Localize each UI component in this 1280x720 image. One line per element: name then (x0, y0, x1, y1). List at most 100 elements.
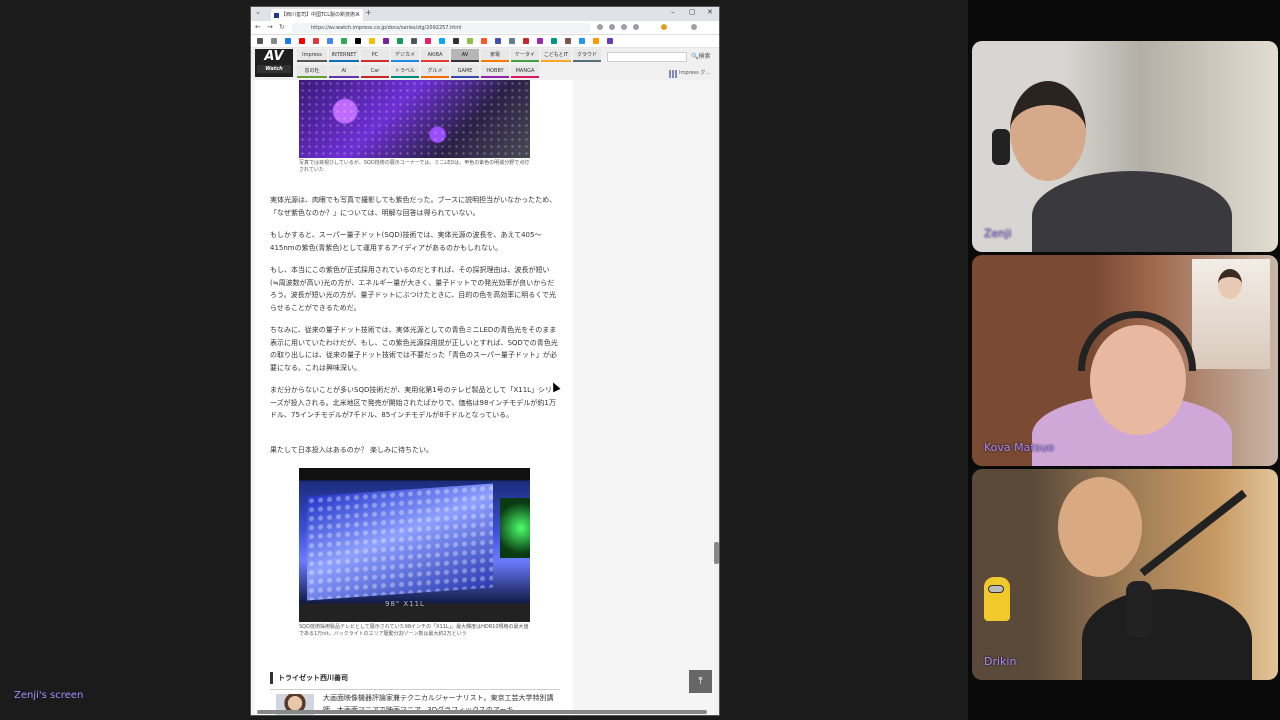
favicon-icon (274, 13, 279, 18)
bookmark-icon[interactable] (397, 38, 403, 44)
bookmark-icon[interactable] (453, 38, 459, 44)
logo-main: AV (264, 49, 284, 64)
nav-item-car[interactable]: Car (361, 65, 389, 78)
site-search-input[interactable] (607, 52, 687, 62)
nav-item-akiba[interactable]: AKIBA (421, 49, 449, 62)
minion-figure (984, 577, 1010, 621)
bookmark-icon[interactable] (341, 38, 347, 44)
zoom-icon[interactable] (597, 24, 603, 30)
nav-item-kodomo-it[interactable]: こどもとIT (541, 49, 571, 62)
tab-title: 【西川善司】中国TCL製の新技術... (281, 12, 360, 18)
photo-caption: 写真では目視びしているが、SQD技術の展示コーナーでは、ミニLEDは、甲色の紫色… (299, 160, 530, 173)
bookmark-icon[interactable] (551, 38, 557, 44)
person-body (1032, 171, 1232, 252)
vertical-scrollbar[interactable] (714, 80, 719, 715)
bookmark-icon[interactable] (565, 38, 571, 44)
close-tab-icon[interactable]: ✕ (355, 9, 360, 21)
bookmark-icon[interactable] (523, 38, 529, 44)
nav-item-cloud[interactable]: クラウド (573, 49, 601, 62)
nav-item-ai[interactable]: AI (329, 65, 359, 78)
nav-item-av[interactable]: AV (451, 49, 479, 62)
participant-tile-zenji[interactable]: Zenji (972, 41, 1278, 252)
extension-icon[interactable] (621, 24, 627, 30)
article-photo-purple-leds[interactable] (299, 80, 530, 158)
nav-item-travel[interactable]: トラベル (391, 65, 419, 78)
menu-icon[interactable] (691, 24, 697, 30)
bookmark-icon[interactable] (467, 38, 473, 44)
bookmark-icon[interactable] (425, 38, 431, 44)
maximize-icon[interactable]: ▢ (689, 8, 696, 16)
meeting-stage: ⌄ 【西川善司】中国TCL製の新技術... ✕ + – ▢ ✕ ← → ↻ ht… (0, 0, 1280, 720)
bookmark-icon[interactable] (411, 38, 417, 44)
article-photo-tv[interactable]: 98" X11L (299, 468, 530, 622)
nav-item-gourmet[interactable]: グルメ (421, 65, 449, 78)
nav-item-impress-watch[interactable]: Impress Watch (297, 49, 327, 71)
nav-item-pc[interactable]: PC (361, 49, 389, 62)
new-tab-icon[interactable]: + (365, 8, 372, 17)
bookmark-icon[interactable] (509, 38, 515, 44)
reload-icon[interactable]: ↻ (279, 23, 285, 31)
grid-icon[interactable] (669, 70, 677, 78)
bookmark-icon[interactable] (537, 38, 543, 44)
minimize-icon[interactable]: – (671, 8, 675, 16)
site-logo[interactable]: AV Watch (255, 49, 293, 77)
bookmarks-bar (251, 35, 719, 48)
arrow-up-icon: ⤒ (698, 676, 703, 687)
impress-group-label[interactable]: Impress グ... (679, 69, 710, 76)
article-paragraph: もしかすると、スーパー量子ドット(SQD)技術では、実体光源の波長を、あえて40… (270, 231, 542, 252)
nav-item-game[interactable]: GAME (451, 65, 479, 78)
article-paragraph: もし、本当にこの紫色が正式採用されているのだとすれば、その採択理由は、波長が短い… (270, 266, 557, 312)
nav-item-dcamera[interactable]: デジカメ (391, 49, 419, 62)
bookmark-icon[interactable] (313, 38, 319, 44)
person-head (1058, 477, 1142, 577)
headphones-icon (1078, 311, 1196, 371)
browser-tab[interactable]: 【西川善司】中国TCL製の新技術... ✕ (271, 9, 363, 21)
nav-item-keitai[interactable]: ケータイ (511, 49, 539, 62)
bookmark-icon[interactable] (607, 38, 613, 44)
profile-icon[interactable] (661, 24, 667, 30)
participant-tile-drikin[interactable]: Drikin (972, 469, 1278, 680)
bookmark-icon[interactable] (285, 38, 291, 44)
browser-window: ⌄ 【西川善司】中国TCL製の新技術... ✕ + – ▢ ✕ ← → ↻ ht… (250, 6, 720, 716)
nav-item-manga[interactable]: MANGA (511, 65, 539, 78)
bookmark-icon[interactable] (579, 38, 585, 44)
nav-item-madonomori[interactable]: 窓の杜 (297, 65, 327, 78)
bookmark-icon[interactable] (369, 38, 375, 44)
nav-item-kaden[interactable]: 家電 (481, 49, 509, 62)
person-head (1010, 81, 1086, 181)
nav-item-internet[interactable]: INTERNET (329, 49, 359, 62)
article-paragraph: 実体光源は、肉眼でも写真で撮影しても紫色だった。ブースに説明担当がいなかったため… (270, 196, 557, 217)
bookmark-icon[interactable] (593, 38, 599, 44)
bookmark-icon[interactable] (271, 38, 277, 44)
headphones-icon (992, 129, 1010, 165)
article-body: 写真では目視びしているが、SQD技術の展示コーナーでは、ミニLEDは、甲色の紫色… (255, 80, 573, 715)
bookmark-icon[interactable] (481, 38, 487, 44)
divider (270, 689, 560, 690)
bookmark-icon[interactable] (257, 38, 263, 44)
extension-icon[interactable] (633, 24, 639, 30)
scrollbar-thumb[interactable] (714, 542, 719, 564)
bookmark-icon[interactable] (495, 38, 501, 44)
back-icon[interactable]: ← (255, 23, 261, 31)
poster-figure (1218, 269, 1242, 299)
horizontal-scrollbar[interactable] (257, 710, 707, 714)
scroll-to-top-button[interactable]: ⤒ (689, 670, 712, 693)
nav-item-hobby[interactable]: HOBBY (481, 65, 509, 78)
url-field[interactable]: https://av.watch.impress.co.jp/docs/seri… (291, 23, 591, 33)
microphone-icon (1126, 581, 1152, 637)
bookmark-star-icon[interactable] (609, 24, 615, 30)
forward-icon[interactable]: → (267, 23, 273, 31)
bookmark-icon[interactable] (383, 38, 389, 44)
site-search-button[interactable]: 🔍検索 (691, 51, 711, 60)
participant-tile-kova[interactable]: Kova Matsuo (972, 255, 1278, 466)
close-window-icon[interactable]: ✕ (707, 8, 713, 16)
minion-goggles (988, 585, 1004, 593)
bookmark-icon[interactable] (299, 38, 305, 44)
bookmark-icon[interactable] (355, 38, 361, 44)
tab-list-icon[interactable]: ⌄ (255, 8, 261, 16)
search-label: 検索 (698, 53, 711, 60)
photo-caption: SQD技術採用製品テレビとして展示されていた98インチの「X11L」。最大輝度は… (299, 624, 529, 637)
bookmark-icon[interactable] (327, 38, 333, 44)
screen-share-label: Zenji's screen (14, 690, 84, 701)
bookmark-icon[interactable] (439, 38, 445, 44)
